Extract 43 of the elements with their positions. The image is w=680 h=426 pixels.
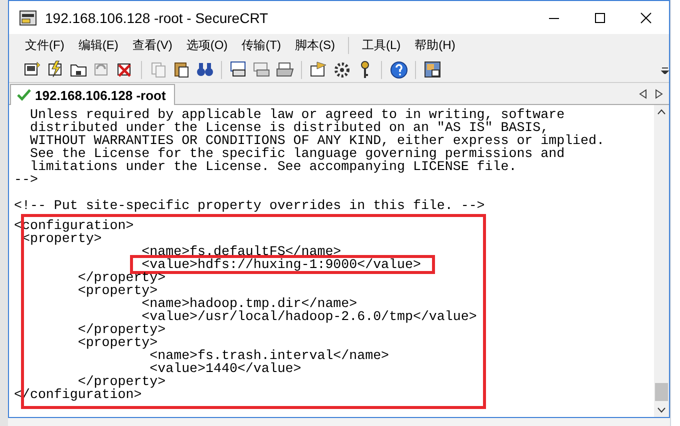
printer-icon[interactable] — [274, 60, 294, 80]
terminal-line: WITHOUT WARRANTIES OR CONDITIONS OF ANY KIND, either express or implied. — [28, 133, 604, 148]
gear-icon[interactable] — [332, 60, 352, 80]
menu-item[interactable]: 选项(O) — [179, 34, 235, 57]
toolbar-overflow-icon[interactable] — [661, 66, 669, 74]
scroll-left-icon[interactable] — [639, 89, 647, 99]
menu-item[interactable]: 编辑(E) — [71, 34, 126, 57]
terminal-line: <name>fs.trash.interval</name> — [150, 348, 390, 363]
maximize-icon[interactable] — [594, 12, 606, 24]
menu-item[interactable]: 帮助(H) — [408, 34, 462, 57]
terminal-line: <property> — [78, 335, 158, 350]
terminal-line: --> — [14, 172, 38, 187]
terminal-line: <property> — [78, 283, 158, 298]
terminal-line: </property> — [78, 374, 166, 389]
terminal-line: See the License for the specific language governing permissions and — [28, 146, 565, 161]
print-screen-icon[interactable] — [228, 60, 248, 80]
session-tab[interactable]: 192.168.106.128 -root — [10, 84, 175, 105]
terminal-line: limitations under the License. See accompanying LICENSE file. — [28, 159, 517, 174]
terminal-line: Unless required by applicable law or agreed to in writing, software — [28, 107, 565, 122]
window-title: 192.168.106.128 -root - SecureCRT — [45, 10, 270, 26]
menu-item[interactable]: 文件(F) — [18, 34, 72, 57]
scroll-up-icon[interactable] — [657, 109, 666, 115]
terminal-line: <name>fs.defaultFS</name> — [142, 244, 342, 259]
menu-item[interactable]: 查看(V) — [125, 34, 180, 57]
close-icon[interactable] — [640, 12, 652, 24]
menu-item[interactable]: 传输(T) — [234, 34, 288, 57]
terminal-line: </property> — [78, 322, 166, 337]
terminal-line: <name>hadoop.tmp.dir</name> — [142, 296, 358, 311]
terminal-line: distributed under the License is distributed on an "AS IS" BASIS, — [28, 120, 549, 135]
scroll-down-icon[interactable] — [657, 407, 666, 413]
app-icon — [19, 10, 37, 26]
terminal-line: <value>/usr/local/hadoop-2.6.0/tmp</value> — [142, 309, 477, 324]
paste-icon[interactable] — [172, 60, 192, 80]
terminal-line: <property> — [22, 231, 102, 246]
scroll-right-icon[interactable] — [655, 89, 663, 99]
terminal-line: </property> — [78, 270, 166, 285]
menu-item[interactable]: 工具(L) — [354, 34, 408, 57]
menu-item[interactable]: 脚本(S) — [288, 34, 342, 57]
terminal-line: <value>1440</value> — [150, 361, 302, 376]
terminal-line: <value>hdfs://huxing-1:9000</value> — [142, 257, 421, 272]
help-icon[interactable] — [388, 60, 408, 80]
scrollbar-thumb[interactable] — [655, 383, 668, 401]
terminal-line: <!-- Put site-specific property overrides in this file. --> — [14, 198, 485, 213]
